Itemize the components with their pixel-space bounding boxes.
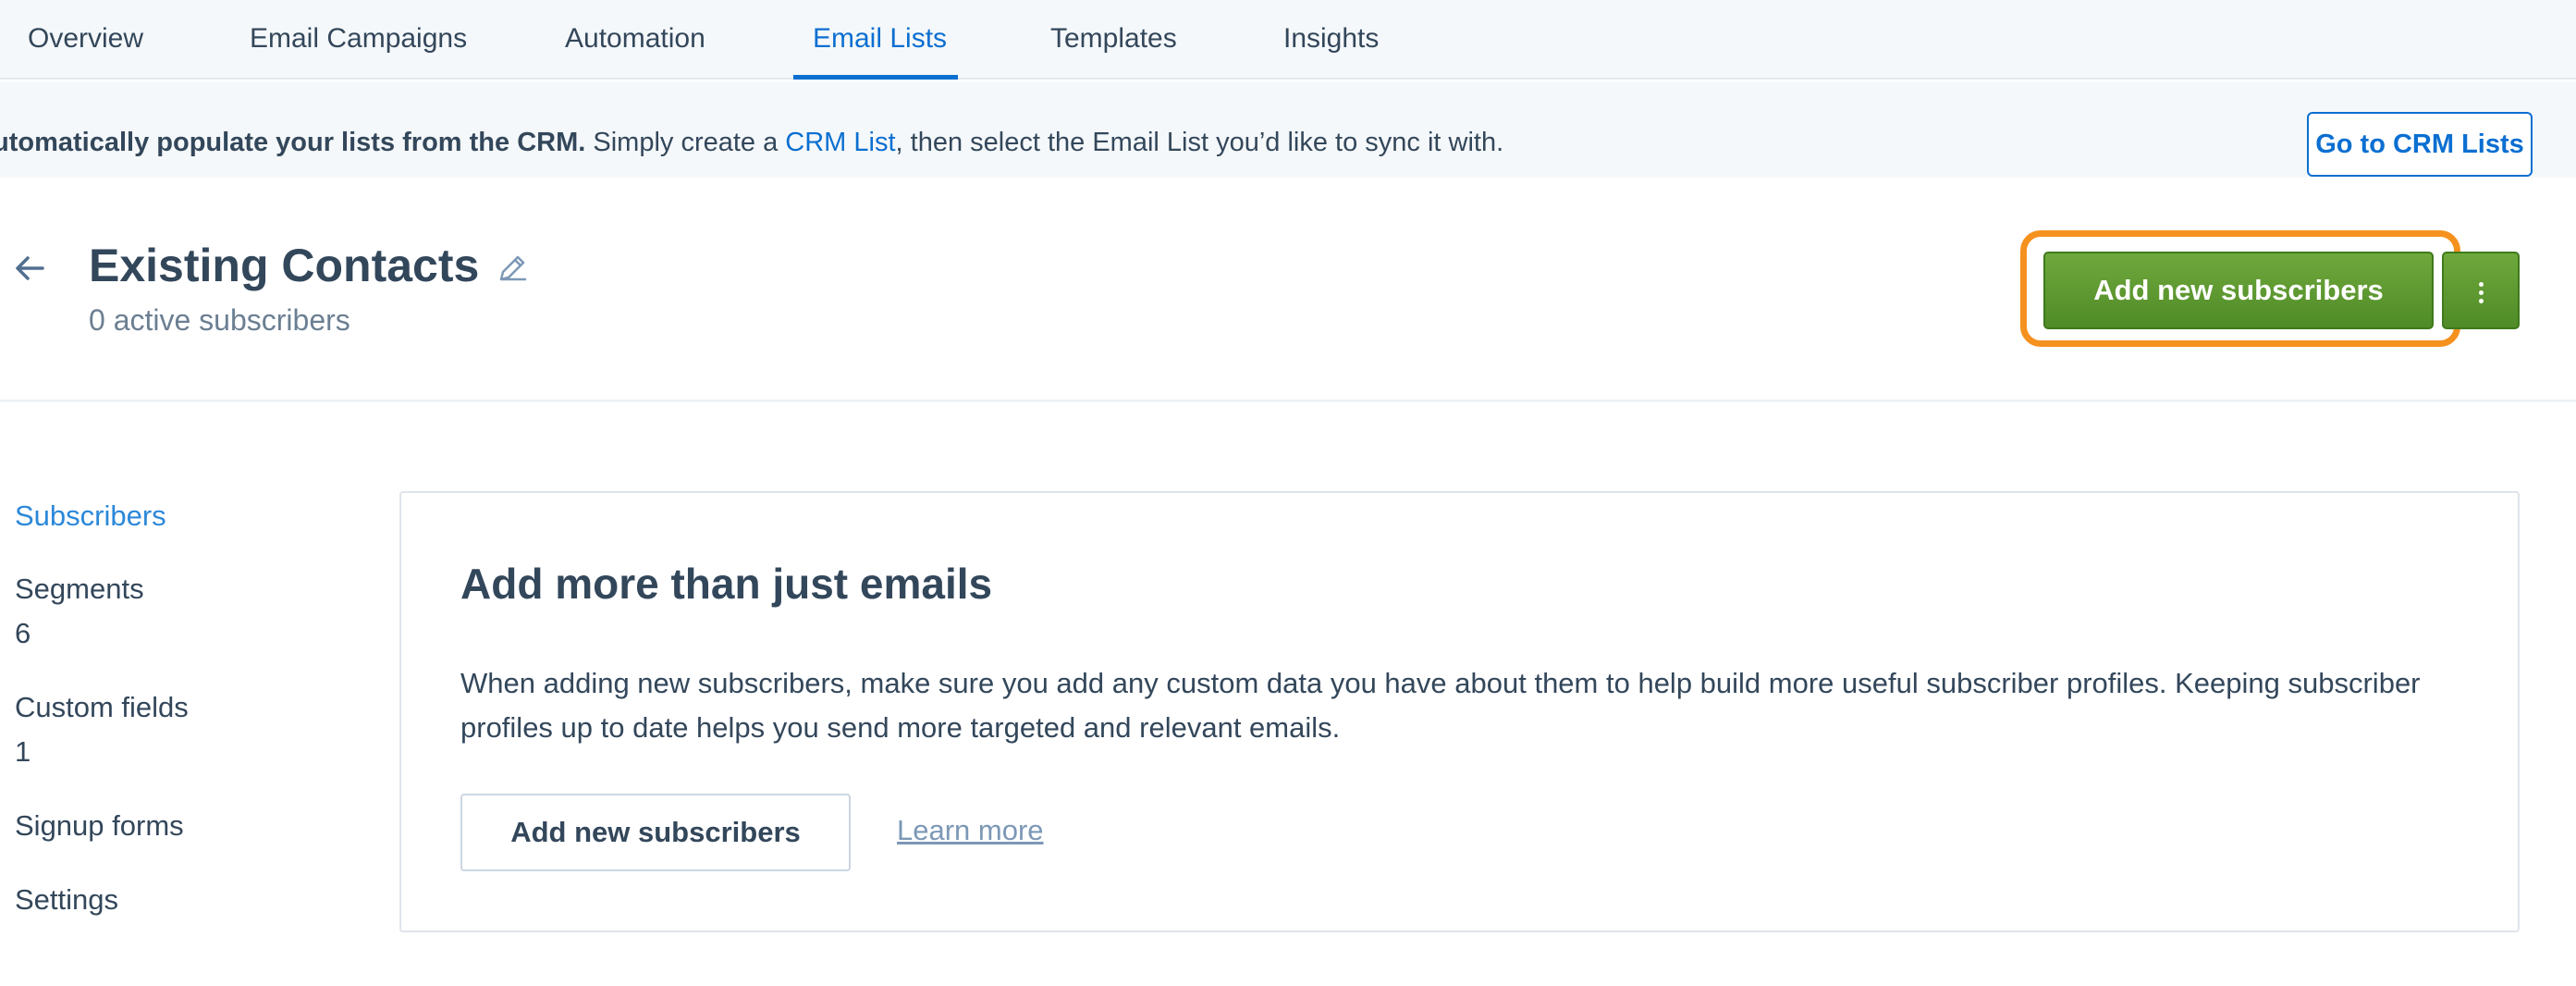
- custom-fields-count: 1: [15, 735, 31, 768]
- learn-more-link[interactable]: Learn more: [897, 814, 1044, 847]
- go-to-crm-lists-button[interactable]: Go to CRM Lists: [2307, 112, 2533, 177]
- banner-text-after-link: , then select the Email List you’d like …: [895, 128, 1504, 157]
- sidebar-item-signup-forms[interactable]: Signup forms: [15, 809, 184, 843]
- tab-insights[interactable]: Insights: [1283, 0, 1379, 80]
- card-add-new-subscribers-button[interactable]: Add new subscribers: [460, 794, 851, 871]
- card-description: When adding new subscribers, make sure y…: [460, 667, 2421, 744]
- active-tab-indicator: [793, 75, 958, 80]
- banner-text-before-link: Simply create a: [585, 128, 786, 157]
- pencil-icon[interactable]: [496, 252, 529, 285]
- banner-message: utomatically populate your lists from th…: [0, 128, 1503, 158]
- sidebar-item-segments[interactable]: Segments: [15, 573, 144, 606]
- more-actions-button[interactable]: [2442, 252, 2520, 329]
- header-divider: [0, 400, 2576, 403]
- banner-bold-text: utomatically populate your lists from th…: [0, 128, 586, 157]
- tab-overview[interactable]: Overview: [28, 0, 143, 80]
- tab-automation[interactable]: Automation: [565, 0, 705, 80]
- top-nav: Overview Email Campaigns Automation Emai…: [0, 0, 2576, 80]
- tab-templates[interactable]: Templates: [1050, 0, 1177, 80]
- tab-email-lists[interactable]: Email Lists: [813, 0, 947, 80]
- sidebar-item-custom-fields[interactable]: Custom fields: [15, 691, 189, 724]
- card-title: Add more than just emails: [460, 560, 993, 608]
- tab-email-campaigns[interactable]: Email Campaigns: [250, 0, 467, 80]
- crm-list-link[interactable]: CRM List: [785, 128, 895, 157]
- arrow-left-icon[interactable]: [13, 252, 46, 285]
- sidebar-item-settings[interactable]: Settings: [15, 883, 118, 917]
- sidebar-item-subscribers[interactable]: Subscribers: [15, 499, 166, 533]
- active-subscribers-count: 0 active subscribers: [89, 303, 350, 337]
- add-new-subscribers-button[interactable]: Add new subscribers: [2043, 252, 2434, 329]
- page-title: Existing Contacts: [89, 240, 480, 291]
- segments-count: 6: [15, 617, 31, 649]
